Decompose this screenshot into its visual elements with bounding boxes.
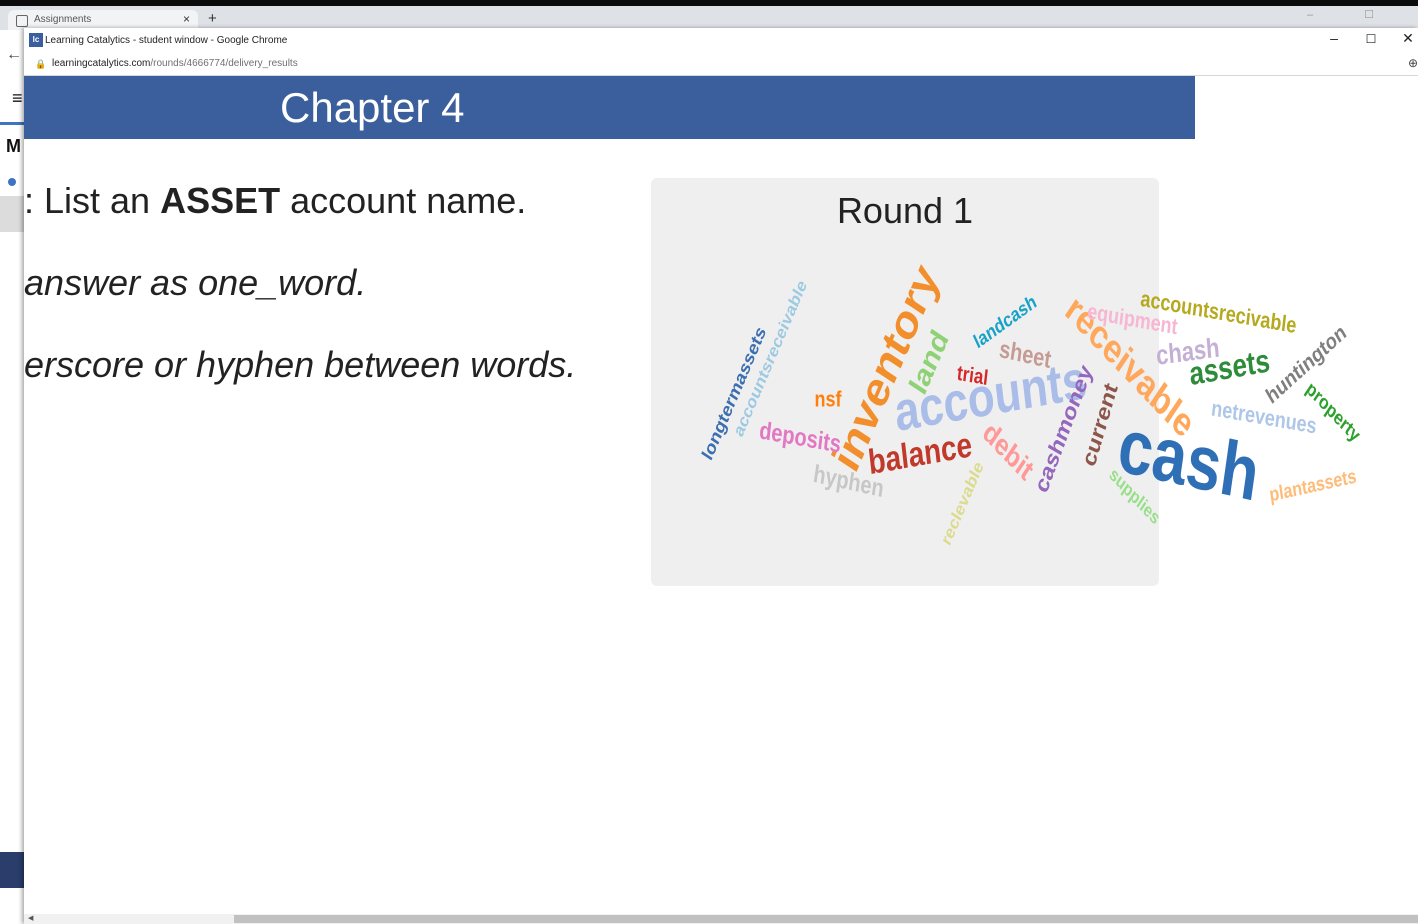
side-letter: M	[6, 136, 21, 156]
window-title: Learning Catalytics - student window - G…	[45, 35, 288, 46]
question-line-1: : List an ASSET account name.	[24, 180, 526, 222]
round-title: Round 1	[836, 190, 974, 231]
learning-catalytics-icon: lc	[29, 33, 43, 47]
student-window: lc Learning Catalytics - student window …	[24, 28, 1418, 924]
chapter-banner: Chapter 4	[24, 76, 1195, 139]
cloud-word: trial	[955, 360, 989, 390]
scroll-left-arrow-icon[interactable]: ◀	[28, 914, 33, 922]
background-tab-strip: Assignments × + – ☐	[0, 6, 1418, 30]
status-dot-icon	[8, 178, 16, 186]
url-path: /rounds/4666774/delivery_results	[150, 58, 298, 69]
question-suffix: account name.	[280, 180, 527, 221]
zoom-icon[interactable]: ⊕	[1408, 56, 1418, 70]
question-line-3: erscore or hyphen between words.	[24, 344, 577, 385]
horizontal-scrollbar[interactable]: ◀	[24, 914, 1418, 924]
lock-icon: 🔒	[35, 59, 47, 69]
question-prefix: : List an	[24, 180, 161, 221]
question-emphasis: ASSET	[160, 180, 281, 221]
scrollbar-thumb[interactable]	[234, 915, 1418, 923]
address-bar[interactable]: 🔒 learningcatalytics.com/rounds/4666774/…	[24, 54, 1418, 76]
hamburger-menu-icon[interactable]: ≡	[12, 88, 23, 109]
page-title: Chapter 4	[280, 84, 465, 131]
background-window-controls[interactable]: – ☐	[1307, 8, 1398, 21]
minimize-button[interactable]: –	[1316, 30, 1352, 46]
question-line-2: answer as one_word.	[24, 262, 367, 303]
tab-assignments[interactable]: Assignments ×	[8, 10, 198, 30]
background-footer	[0, 852, 24, 888]
cloud-word: plantassets	[1268, 466, 1358, 507]
active-indicator	[0, 122, 24, 125]
close-button[interactable]: ✕	[1390, 30, 1418, 47]
cloud-word: nsf	[814, 386, 842, 412]
page-icon	[16, 15, 28, 27]
window-title-bar: lc Learning Catalytics - student window …	[24, 28, 1418, 54]
page-content: Chapter 4 : List an ASSET account name. …	[24, 76, 1418, 914]
tab-label: Assignments	[34, 14, 92, 25]
new-tab-button[interactable]: +	[208, 10, 217, 27]
url-text[interactable]: learningcatalytics.com/rounds/4666774/de…	[52, 58, 298, 69]
close-tab-icon[interactable]: ×	[183, 12, 190, 26]
back-arrow-icon[interactable]: ←	[6, 46, 22, 64]
maximize-button[interactable]: ☐	[1353, 32, 1389, 46]
sidebar-selected-item[interactable]	[0, 196, 24, 232]
url-host: learningcatalytics.com	[52, 58, 151, 69]
